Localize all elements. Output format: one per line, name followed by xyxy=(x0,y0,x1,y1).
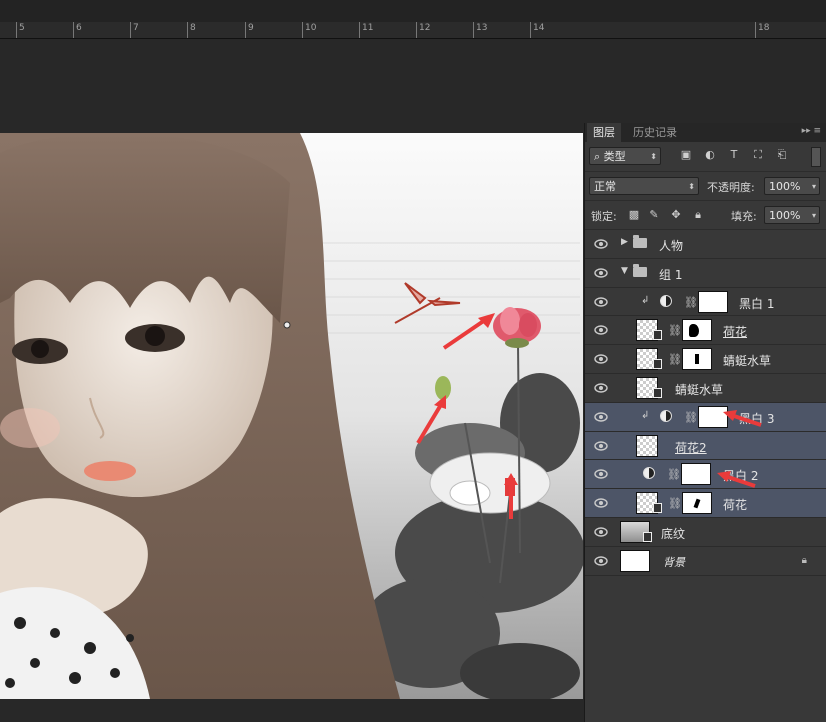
layer-thumbnail xyxy=(620,549,650,572)
visibility-eye-icon[interactable] xyxy=(594,324,608,336)
visibility-eye-icon[interactable] xyxy=(594,353,608,365)
smart-object-icon xyxy=(653,503,662,514)
visibility-eye-icon[interactable] xyxy=(594,267,608,279)
lock-move-icon[interactable]: ✥ xyxy=(669,208,683,222)
layer-mask-thumbnail[interactable] xyxy=(682,492,712,515)
search-icon: ⌕ xyxy=(594,150,604,163)
lock-label: 锁定: xyxy=(591,210,617,223)
annotation-arrow-heibai3 xyxy=(723,409,762,427)
horizontal-ruler: 5 6 7 8 9 10 11 12 13 14 18 xyxy=(0,22,826,39)
fill-label: 填充: xyxy=(731,210,757,223)
expand-triangle-icon[interactable]: ▶ xyxy=(621,237,628,247)
layer-mask-thumbnail[interactable] xyxy=(682,319,712,342)
visibility-eye-icon[interactable] xyxy=(594,440,608,452)
lock-paint-icon[interactable]: ✎ xyxy=(647,208,661,222)
layer-hehua-top[interactable]: ⛓ 荷花 xyxy=(585,316,826,346)
visibility-eye-icon[interactable] xyxy=(594,382,608,394)
chain-link-icon[interactable]: ⛓ xyxy=(668,497,682,510)
shape-filter-icon[interactable]: ⛶ xyxy=(751,148,765,162)
folder-icon xyxy=(633,235,647,248)
chain-link-icon[interactable]: ⛓ xyxy=(684,296,698,309)
layer-heibai1[interactable]: ↲ ⛓ 黑白 1 xyxy=(585,288,826,317)
tab-layers[interactable]: 图层 xyxy=(587,123,621,142)
layer-dragonfly-masked[interactable]: ⛓ 蜻蜓水草 xyxy=(585,345,826,374)
visibility-eye-icon[interactable] xyxy=(594,555,608,567)
chain-link-icon[interactable]: ⛓ xyxy=(668,324,682,337)
chain-link-icon[interactable]: ⛓ xyxy=(667,468,681,481)
layer-dragonfly[interactable]: 蜻蜓水草 xyxy=(585,374,826,403)
layer-thumbnail xyxy=(636,434,658,457)
lock-icon: 🔒︎ xyxy=(801,554,807,566)
image-filter-icon[interactable]: ▣ xyxy=(679,148,693,162)
clip-arrow-icon: ↲ xyxy=(641,409,650,421)
visibility-eye-icon[interactable] xyxy=(594,497,608,509)
blend-mode-select[interactable]: 正常 ⬍ xyxy=(589,177,699,195)
layer-renwu[interactable]: ▶ 人物 xyxy=(585,230,826,259)
artwork-image xyxy=(0,133,583,699)
smart-object-icon xyxy=(643,531,652,542)
smart-object-icon xyxy=(653,387,662,398)
smart-object-icon xyxy=(653,359,662,370)
type-filter-icon[interactable]: T xyxy=(727,148,741,162)
panel-menu-icon[interactable]: ▸▸ ≡ xyxy=(802,126,821,136)
adjustment-filter-icon[interactable]: ◐ xyxy=(703,148,717,162)
visibility-eye-icon[interactable] xyxy=(594,238,608,250)
blend-row: 正常 ⬍ 不透明度: 100% ▾ xyxy=(585,172,826,201)
layer-hehua[interactable]: ⛓ 荷花 xyxy=(585,489,826,518)
smart-filter-icon[interactable]: ⎗ xyxy=(775,148,789,162)
layer-mask-thumbnail[interactable] xyxy=(681,463,711,486)
document-canvas[interactable] xyxy=(0,133,583,699)
layers-panel: 图层 历史记录 ▸▸ ≡ ⌕ 类型 ⬍ ▣ ◐ T ⛶ ⎗ 正常 ⬍ 不透明度: 1… xyxy=(584,123,826,722)
layer-mask-thumbnail[interactable] xyxy=(698,290,728,313)
annotation-arrow-stem xyxy=(504,473,518,519)
chain-link-icon[interactable]: ⛓ xyxy=(668,353,682,366)
annotation-arrow-lotus xyxy=(442,313,495,350)
visibility-eye-icon[interactable] xyxy=(594,411,608,423)
layers-list: ▶ 人物 ▼ 组 1 ↲ ⛓ 黑白 1 ⛓ 荷花 ⛓ 蜻蜓水草 蜻蜓水草 ↲ ⛓… xyxy=(585,230,826,576)
layer-group1[interactable]: ▼ 组 1 xyxy=(585,259,826,288)
folder-open-icon xyxy=(633,263,647,277)
visibility-eye-icon[interactable] xyxy=(594,468,608,480)
annotation-arrow-bud xyxy=(416,395,446,445)
filter-row: ⌕ 类型 ⬍ ▣ ◐ T ⛶ ⎗ xyxy=(585,142,826,172)
layer-heibai2[interactable]: ⛓ 黑白 2 xyxy=(585,460,826,490)
visibility-eye-icon[interactable] xyxy=(594,296,608,308)
opacity-input[interactable]: 100% ▾ xyxy=(764,177,820,195)
collapse-triangle-icon[interactable]: ▼ xyxy=(621,266,628,276)
smart-object-icon xyxy=(653,330,662,341)
adjustment-icon xyxy=(660,409,672,422)
opacity-label: 不透明度: xyxy=(707,181,755,194)
lock-transparent-icon[interactable]: ▩ xyxy=(627,208,641,222)
adjustment-icon xyxy=(643,467,655,480)
panel-tabs: 图层 历史记录 ▸▸ ≡ xyxy=(585,123,826,142)
filter-kind-select[interactable]: ⌕ 类型 ⬍ xyxy=(589,147,661,165)
lock-row: 锁定: ▩ ✎ ✥ 🔒︎ 填充: 100% ▾ xyxy=(585,201,826,230)
chain-link-icon[interactable]: ⛓ xyxy=(684,411,698,424)
visibility-eye-icon[interactable] xyxy=(594,526,608,538)
layer-diwen[interactable]: 底纹 xyxy=(585,518,826,547)
layer-hehua2[interactable]: 荷花2 xyxy=(585,431,826,461)
options-bar xyxy=(0,0,826,23)
clip-arrow-icon: ↲ xyxy=(641,294,650,306)
lock-all-icon[interactable]: 🔒︎ xyxy=(691,208,705,222)
annotation-arrow-heibai2 xyxy=(717,471,756,489)
layer-heibai3[interactable]: ↲ ⛓ 黑白 3 xyxy=(585,402,826,432)
filter-toggle[interactable] xyxy=(811,147,821,167)
adjustment-icon xyxy=(660,294,672,307)
tab-history[interactable]: 历史记录 xyxy=(627,123,683,142)
layer-background[interactable]: 背景 🔒︎ xyxy=(585,547,826,576)
layer-mask-thumbnail[interactable] xyxy=(682,348,712,371)
fill-input[interactable]: 100% ▾ xyxy=(764,206,820,224)
